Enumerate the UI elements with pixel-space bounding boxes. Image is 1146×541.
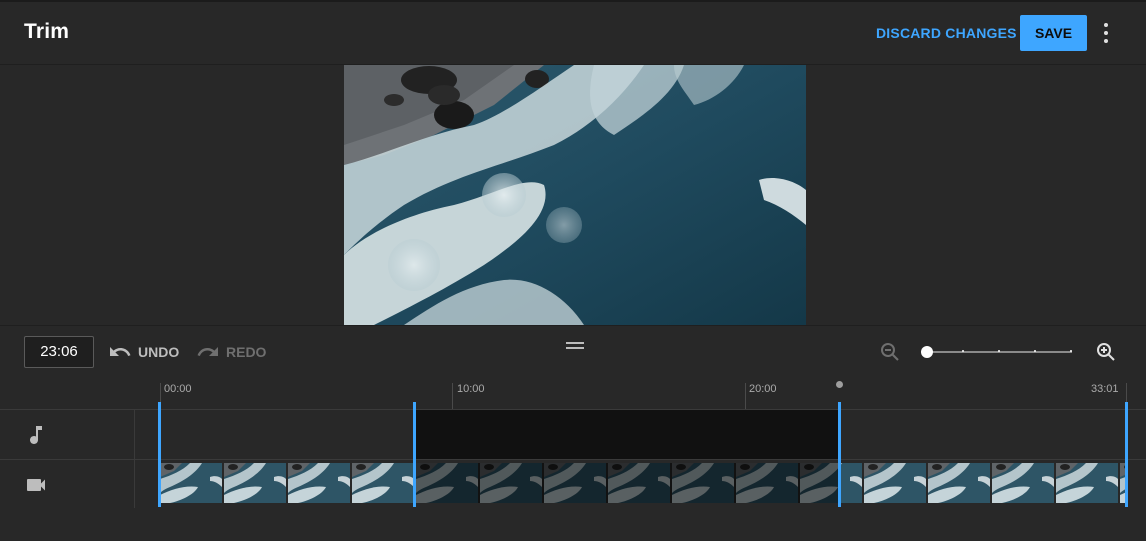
zoom-in-icon[interactable] <box>1094 340 1118 364</box>
redo-label: REDO <box>226 344 267 360</box>
playhead-marker[interactable] <box>836 381 843 388</box>
film-frame <box>288 463 350 503</box>
preview-area <box>0 65 1146 325</box>
drag-handle-icon[interactable] <box>566 342 584 350</box>
zoom-out-icon[interactable] <box>878 340 902 364</box>
removed-segment-overlay <box>415 463 840 503</box>
ruler-label: 00:00 <box>164 383 192 395</box>
redo-icon <box>197 347 218 356</box>
trim-start-handle[interactable] <box>158 402 161 507</box>
trim-end-handle[interactable] <box>1125 402 1128 507</box>
zoom-step <box>1034 350 1036 352</box>
music-note-icon <box>30 426 42 444</box>
film-frame <box>160 463 222 503</box>
undo-label: UNDO <box>138 344 180 360</box>
redo-button[interactable]: REDO <box>196 340 266 364</box>
save-button[interactable]: SAVE <box>1020 15 1087 51</box>
audio-track-header <box>0 410 135 459</box>
ruler-label: 33:01 <box>1091 383 1119 395</box>
cut-start-handle[interactable] <box>413 402 416 507</box>
videocam-icon <box>27 479 45 491</box>
more-vert-icon[interactable] <box>1094 20 1118 46</box>
playhead-line[interactable] <box>838 402 841 507</box>
zoom-step <box>998 350 1000 352</box>
undo-icon <box>110 347 131 356</box>
film-frame <box>928 463 990 503</box>
current-time-field[interactable]: 23:06 <box>24 336 94 368</box>
ruler-tick <box>745 383 746 409</box>
undo-button[interactable]: UNDO <box>108 340 179 364</box>
trim-editor: Trim DISCARD CHANGES SAVE 23:06 UNDO RED… <box>0 0 1146 541</box>
film-frame <box>224 463 286 503</box>
ruler-label: 20:00 <box>749 383 777 395</box>
timeline-ruler[interactable]: 00:00 10:00 20:00 33:01 <box>0 377 1146 409</box>
page-title: Trim <box>24 20 70 43</box>
zoom-step <box>1070 350 1072 352</box>
film-frame <box>1056 463 1118 503</box>
audio-cut-region <box>415 410 840 459</box>
header-bar: Trim DISCARD CHANGES SAVE <box>0 0 1146 65</box>
film-frame <box>992 463 1054 503</box>
footer-area <box>0 508 1146 541</box>
video-track-header <box>0 460 135 509</box>
zoom-slider-thumb[interactable] <box>921 346 933 358</box>
ocean-waves-aerial-image <box>344 65 806 325</box>
film-frame <box>864 463 926 503</box>
timeline-controls: 23:06 UNDO REDO <box>0 325 1146 377</box>
zoom-slider-track[interactable] <box>926 350 1072 353</box>
discard-changes-button[interactable]: DISCARD CHANGES <box>866 15 1027 51</box>
video-preview[interactable] <box>344 65 806 325</box>
film-frame <box>352 463 414 503</box>
ruler-tick <box>452 383 453 409</box>
ruler-label: 10:00 <box>457 383 485 395</box>
zoom-step <box>962 350 964 352</box>
